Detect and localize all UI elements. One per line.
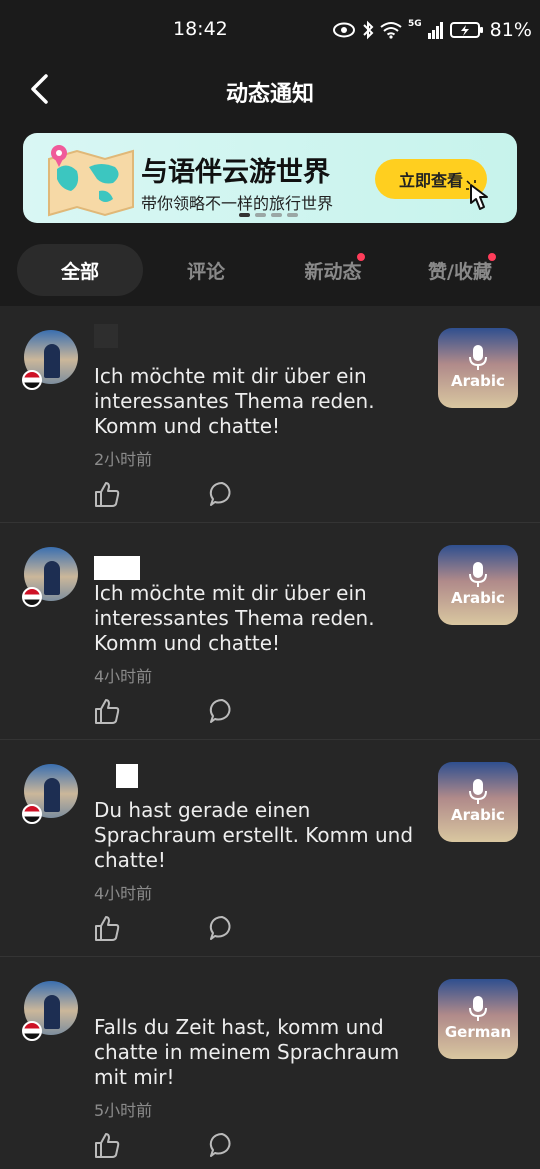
list-item[interactable]: Du hast gerade einen Sprachraum erstellt…: [0, 740, 540, 957]
message-text: Falls du Zeit hast, komm und chatte in m…: [94, 1015, 400, 1089]
room-thumbnail[interactable]: Arabic: [438, 328, 518, 408]
pagination-dot: [239, 213, 250, 217]
tab-new-posts[interactable]: 新动态: [270, 244, 396, 296]
language-label: Arabic: [451, 589, 505, 607]
banner-title: 与语伴云游世界: [141, 157, 330, 188]
status-bar: 18:42 5G 81%: [0, 0, 540, 60]
tab-comments[interactable]: 评论: [143, 244, 269, 296]
thumbs-up-icon[interactable]: [92, 479, 122, 509]
promo-banner[interactable]: 与语伴云游世界 带你领略不一样的旅行世界 立即查看: [23, 133, 517, 223]
list-item[interactable]: Falls du Zeit hast, komm und chatte in m…: [0, 957, 540, 1169]
language-label: Arabic: [451, 806, 505, 824]
signal-icon: [427, 22, 443, 39]
microphone-icon: [469, 779, 487, 804]
banner-section: 与语伴云游世界 带你领略不一样的旅行世界 立即查看: [0, 124, 540, 234]
page-title: 动态通知: [225, 82, 314, 107]
battery-percent: 81%: [489, 19, 532, 41]
timestamp: 4小时前: [94, 884, 153, 903]
message-text: Du hast gerade einen Sprachraum erstellt…: [94, 798, 414, 872]
microphone-icon: [469, 345, 487, 370]
username-redacted: [94, 324, 118, 348]
microphone-icon: [469, 996, 487, 1021]
bluetooth-icon: [363, 20, 374, 40]
eye-icon: [333, 22, 355, 38]
likes-badge: [488, 253, 496, 261]
microphone-icon: [469, 562, 487, 587]
language-label: Arabic: [451, 372, 505, 390]
status-time: 18:42: [173, 18, 228, 40]
pagination-dot: [271, 213, 282, 217]
world-map-icon: [48, 145, 134, 217]
tab-all[interactable]: 全部: [17, 244, 143, 296]
comment-bubble-icon[interactable]: [208, 914, 236, 942]
room-thumbnail[interactable]: Arabic: [438, 545, 518, 625]
battery-icon: [449, 22, 483, 38]
room-thumbnail[interactable]: German: [438, 979, 518, 1059]
network-type: 5G: [408, 19, 422, 29]
pagination-dot: [287, 213, 298, 217]
message-text: Ich möchte mit dir über ein interessante…: [94, 581, 375, 655]
comment-bubble-icon[interactable]: [208, 1131, 236, 1159]
flag-icon: [22, 804, 42, 824]
banner-subtitle: 带你领略不一样的旅行世界: [141, 194, 334, 213]
comment-bubble-icon[interactable]: [208, 697, 236, 725]
list-item[interactable]: Ich möchte mit dir über ein interessante…: [0, 306, 540, 523]
username-redacted: [116, 764, 138, 788]
header: 动态通知: [0, 60, 540, 124]
message-text: Ich möchte mit dir über ein interessante…: [94, 364, 375, 438]
room-thumbnail[interactable]: Arabic: [438, 762, 518, 842]
banner-pagination: [239, 213, 298, 217]
comment-bubble-icon[interactable]: [208, 480, 236, 508]
language-label: German: [444, 1023, 512, 1041]
tab-bar: 全部 评论 新动态 赞/收藏: [0, 234, 540, 306]
username-redacted: [94, 556, 140, 580]
timestamp: 5小时前: [94, 1101, 153, 1120]
timestamp: 4小时前: [94, 667, 153, 686]
thumbs-up-icon[interactable]: [92, 696, 122, 726]
timestamp: 2小时前: [94, 450, 153, 469]
thumbs-up-icon[interactable]: [92, 913, 122, 943]
new-posts-badge: [357, 253, 365, 261]
flag-icon: [22, 1021, 42, 1041]
list-item[interactable]: Ich möchte mit dir über ein interessante…: [0, 523, 540, 740]
wifi-icon: [380, 22, 402, 39]
flag-icon: [22, 587, 42, 607]
hand-cursor-icon: [466, 180, 488, 210]
pagination-dot: [255, 213, 266, 217]
tab-likes-favorites[interactable]: 赞/收藏: [397, 244, 523, 296]
flag-icon: [22, 370, 42, 390]
thumbs-up-icon[interactable]: [92, 1130, 122, 1160]
status-icons: 5G 81%: [332, 18, 532, 42]
